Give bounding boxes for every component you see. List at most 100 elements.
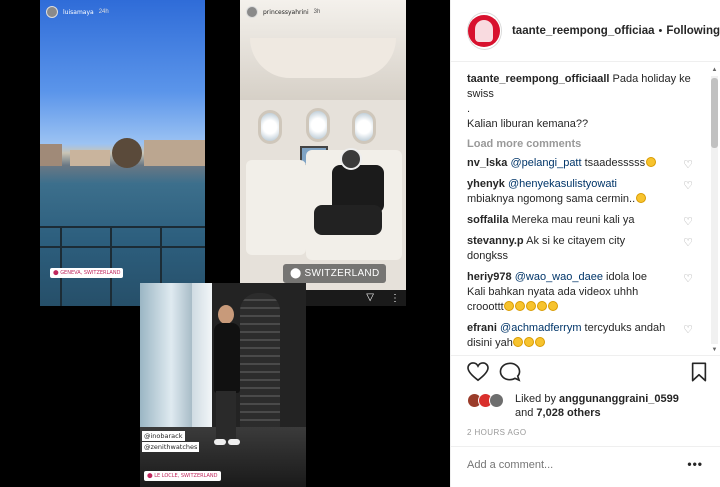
comment-row: efrani @achmadferrym tercyduks andah dis… — [467, 321, 693, 351]
story-geneva: luisamaya 24h ⬤ GENEVA, SWITZERLAND — [40, 0, 205, 306]
comment-heart-icon[interactable]: ♡ — [683, 215, 693, 228]
story-location-text: LE LOCLE, SWITZERLAND — [154, 473, 218, 479]
more-options-button[interactable]: ••• — [687, 457, 703, 471]
post-timestamp[interactable]: 2 HOURS AGO — [467, 428, 527, 437]
comment-body: Mereka mau reuni kali ya — [511, 214, 635, 226]
comment-text: soffalila Mereka mau reuni kali ya — [467, 213, 667, 228]
comment-icon[interactable] — [499, 362, 521, 382]
liker-username[interactable]: anggunanggraini_0599 — [559, 393, 679, 405]
comment-heart-icon[interactable]: ♡ — [683, 236, 693, 249]
story-location-tag: ⬤ LE LOCLE, SWITZERLAND — [144, 471, 221, 481]
avatar-image — [468, 14, 501, 47]
story-time: 3h — [313, 9, 321, 15]
plane-window — [258, 110, 282, 144]
comment-username[interactable]: soffalila — [467, 214, 509, 226]
following-button[interactable]: Following — [666, 25, 720, 37]
likes-others-link[interactable]: 7,028 others — [536, 407, 600, 419]
comment-input[interactable] — [467, 459, 667, 471]
comment-text: nv_lska @pelangi_patt tsaadesssss — [467, 156, 667, 171]
comment-mention[interactable]: @achmadferrym — [500, 322, 581, 334]
story-location-text: GENEVA, SWITZERLAND — [60, 270, 121, 276]
emoji-icon — [515, 301, 526, 311]
plane-window — [306, 108, 330, 142]
emoji-icon — [548, 301, 559, 311]
comment-username[interactable]: stevanny.p — [467, 235, 524, 247]
comment-heart-icon[interactable]: ♡ — [683, 323, 693, 336]
likes-prefix: Liked by — [515, 393, 556, 405]
story-plane: princessyahrini 3h ⬤ SWITZERLAND ▽ ⋮ — [240, 0, 406, 306]
story-username: luisamaya — [63, 8, 94, 16]
comment-mention[interactable]: @pelangi_patt — [510, 157, 581, 169]
story-avatar — [46, 6, 58, 18]
post-header: taante_reempong_officiaa • Following — [451, 0, 720, 62]
man-body — [214, 323, 240, 393]
plane-seat — [246, 160, 306, 255]
spiral-stairs — [240, 293, 280, 443]
load-more-comments-button[interactable]: Load more comments — [467, 138, 693, 150]
comment-heart-icon[interactable]: ♡ — [683, 179, 693, 192]
railing — [40, 226, 205, 228]
tree — [112, 138, 142, 168]
post-caption: taante_reempong_officiaall Pada holiday … — [467, 72, 693, 132]
story-mention[interactable]: @inobarack — [142, 431, 185, 441]
post-username[interactable]: taante_reempong_officiaa — [512, 25, 655, 37]
store-window — [140, 283, 192, 433]
comments-section[interactable]: taante_reempong_officiaall Pada holiday … — [451, 62, 720, 356]
comment-text: stevanny.p Ak si ke citayem city dongkss — [467, 234, 667, 264]
story-location-tag: ⬤ GENEVA, SWITZERLAND — [50, 268, 124, 278]
story-store: @inobarack @zenithwatches ⬤ LE LOCLE, SW… — [140, 283, 306, 487]
cabin-arch — [250, 38, 396, 78]
story-mention[interactable]: @zenithwatches — [142, 442, 200, 452]
man-shoe — [228, 439, 240, 445]
comment-text: heriy978 @wao_wao_daee idola loe Kali ba… — [467, 270, 667, 315]
passenger-legs — [314, 205, 382, 235]
more-icon[interactable]: ⋮ — [390, 293, 400, 304]
emoji-icon — [535, 337, 546, 347]
railing — [40, 246, 205, 248]
comment-username[interactable]: heriy978 — [467, 271, 512, 283]
scroll-up-icon[interactable]: ▲ — [711, 66, 718, 74]
liker-avatars — [467, 393, 511, 409]
avatar[interactable] — [467, 11, 502, 50]
emoji-icon — [504, 301, 515, 311]
emoji-icon — [513, 337, 524, 347]
comment-body: tsaadesssss — [581, 157, 646, 169]
comment-heart-icon[interactable]: ♡ — [683, 158, 693, 171]
location-pin-icon: ⬤ — [290, 268, 302, 279]
story-username: princessyahrini — [263, 8, 309, 16]
comment-heart-icon[interactable]: ♡ — [683, 272, 693, 285]
comment-username[interactable]: efrani — [467, 322, 497, 334]
story-header: princessyahrini 3h — [246, 6, 320, 18]
avatar — [489, 393, 504, 408]
building — [70, 150, 110, 166]
caption-text: . — [467, 103, 471, 115]
emoji-icon — [537, 301, 548, 311]
railing-post — [110, 226, 112, 306]
comment-row: nv_lska @pelangi_patt tsaadesssss ♡ — [467, 156, 693, 171]
emoji-icon — [524, 337, 535, 347]
emoji-icon — [635, 193, 646, 203]
comment-username[interactable]: yhenyk — [467, 178, 505, 190]
comments-scrollbar[interactable]: ▲ ▼ — [711, 66, 718, 356]
comment-mention[interactable]: @henyekasulistyowati — [508, 178, 617, 190]
plane-window — [352, 110, 376, 144]
comment-username[interactable]: nv_lska — [467, 157, 507, 169]
send-icon[interactable]: ▽ — [366, 292, 374, 303]
scroll-thumb[interactable] — [711, 78, 718, 148]
heart-icon[interactable] — [467, 362, 489, 382]
likes-and: and — [515, 407, 534, 419]
story-mentions: @inobarack @zenithwatches — [142, 431, 200, 452]
likes-section: Liked by anggunanggraini_0599 and 7,028 … — [467, 392, 679, 420]
story-avatar — [246, 6, 258, 18]
caption-username[interactable]: taante_reempong_officiaall — [467, 73, 609, 85]
scroll-down-icon[interactable]: ▼ — [711, 346, 718, 354]
emoji-icon — [645, 157, 656, 167]
passenger-head — [340, 148, 362, 170]
comments-list: taante_reempong_officiaall Pada holiday … — [467, 72, 693, 355]
story-collage: luisamaya 24h ⬤ GENEVA, SWITZERLAND prin… — [0, 0, 450, 487]
likes-text: Liked by anggunanggraini_0599 and 7,028 … — [515, 392, 679, 420]
bookmark-icon[interactable] — [690, 362, 708, 382]
comment-row: heriy978 @wao_wao_daee idola loe Kali ba… — [467, 270, 693, 315]
header-separator: • — [658, 24, 663, 37]
comment-mention[interactable]: @wao_wao_daee — [515, 271, 603, 283]
